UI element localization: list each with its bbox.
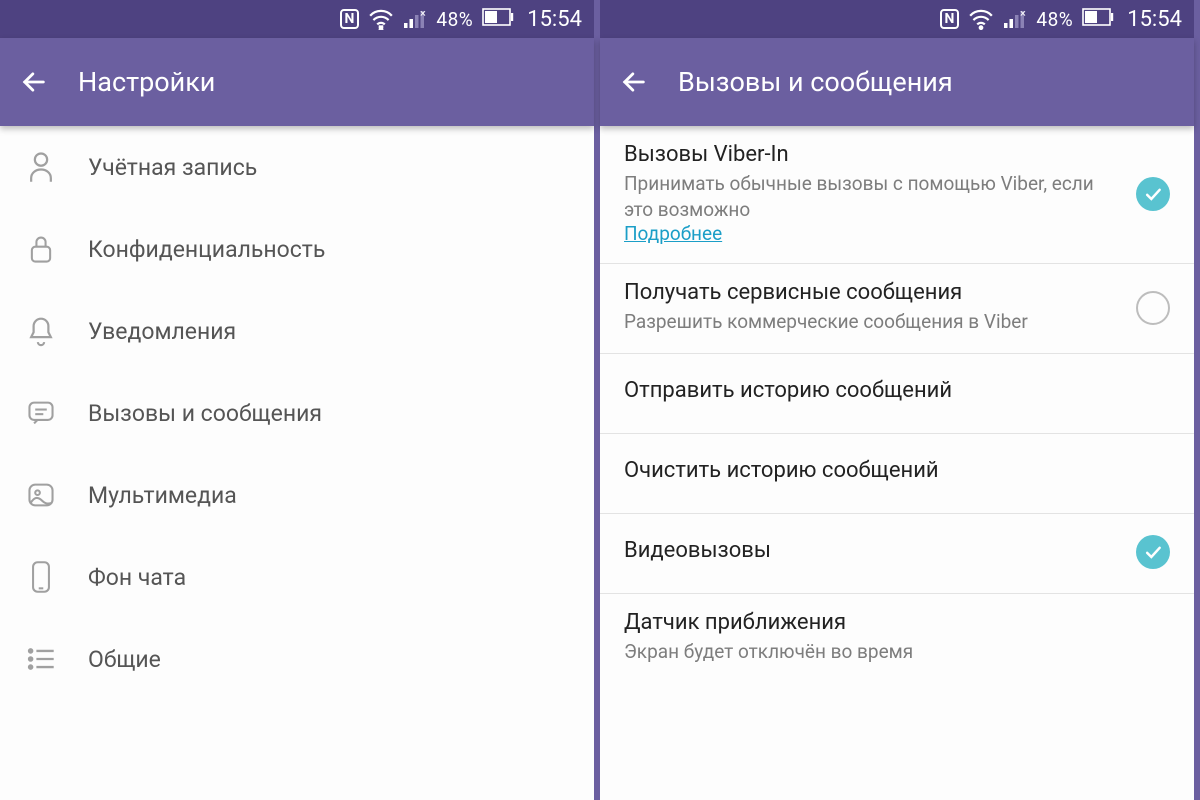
- lock-icon: [24, 232, 58, 266]
- clock: 15:54: [1127, 7, 1182, 32]
- status-bar: N × 48% 15:54: [600, 0, 1194, 38]
- option-subtitle: Принимать обычные вызовы с помощью Viber…: [624, 171, 1118, 222]
- app-bar: Вызовы и сообщения: [600, 38, 1194, 126]
- nfc-icon: N: [940, 9, 960, 29]
- option-title: Вызовы Viber-In: [624, 142, 1118, 167]
- option-subtitle: Разрешить коммерческие сообщения в Viber: [624, 309, 1118, 335]
- checkbox-off-icon[interactable]: [1136, 291, 1170, 325]
- settings-item-label: Конфиденциальность: [88, 236, 325, 263]
- settings-item-general[interactable]: Общие: [0, 618, 594, 700]
- settings-item-label: Фон чата: [88, 564, 186, 591]
- list-icon: [24, 642, 58, 676]
- person-icon: [24, 150, 58, 184]
- option-title: Отправить историю сообщений: [624, 370, 1170, 411]
- checkbox-on-icon[interactable]: [1136, 535, 1170, 569]
- checkbox-on-icon[interactable]: [1136, 177, 1170, 211]
- page-title: Вызовы и сообщения: [678, 66, 953, 98]
- settings-item-chat-background[interactable]: Фон чата: [0, 536, 594, 618]
- app-bar: Настройки: [0, 38, 594, 126]
- battery-percent: 48%: [1036, 8, 1073, 31]
- battery-percent: 48%: [436, 8, 473, 31]
- option-title: Датчик приближения: [624, 610, 1170, 635]
- options-list: Вызовы Viber-In Принимать обычные вызовы…: [600, 126, 1194, 800]
- image-icon: [24, 478, 58, 512]
- battery-icon: [482, 7, 514, 31]
- settings-item-calls-messages[interactable]: Вызовы и сообщения: [0, 372, 594, 454]
- option-send-history[interactable]: Отправить историю сообщений: [600, 354, 1194, 434]
- settings-item-privacy[interactable]: Конфиденциальность: [0, 208, 594, 290]
- phone-frame-icon: [24, 560, 58, 594]
- option-title: Видеовызовы: [624, 530, 1118, 571]
- settings-item-label: Уведомления: [88, 318, 236, 345]
- option-title: Очистить историю сообщений: [624, 450, 1170, 491]
- option-proximity-sensor[interactable]: Датчик приближения Экран будет отключён …: [600, 594, 1194, 683]
- svg-text:×: ×: [420, 9, 426, 20]
- settings-item-label: Учётная запись: [88, 154, 257, 181]
- signal-icon: ×: [403, 9, 427, 29]
- back-button[interactable]: [18, 66, 50, 98]
- settings-list: Учётная запись Конфиденциальность Уведом…: [0, 126, 594, 800]
- svg-text:×: ×: [1020, 9, 1026, 20]
- option-service-messages[interactable]: Получать сервисные сообщения Разрешить к…: [600, 264, 1194, 354]
- settings-item-label: Общие: [88, 646, 161, 673]
- learn-more-link[interactable]: Подробнее: [624, 222, 722, 245]
- signal-icon: ×: [1003, 9, 1027, 29]
- wifi-icon: [968, 8, 994, 30]
- clock: 15:54: [527, 7, 582, 32]
- option-clear-history[interactable]: Очистить историю сообщений: [600, 434, 1194, 514]
- settings-screen: N × 48% 15:54 Настройки Учётная запись: [0, 0, 600, 800]
- status-bar: N × 48% 15:54: [0, 0, 594, 38]
- bell-icon: [24, 314, 58, 348]
- settings-item-account[interactable]: Учётная запись: [0, 126, 594, 208]
- chat-icon: [24, 396, 58, 430]
- page-title: Настройки: [78, 66, 215, 98]
- settings-item-media[interactable]: Мультимедиа: [0, 454, 594, 536]
- settings-item-label: Вызовы и сообщения: [88, 400, 322, 427]
- option-subtitle: Экран будет отключён во время: [624, 639, 1170, 665]
- option-video-calls[interactable]: Видеовызовы: [600, 514, 1194, 594]
- calls-messages-screen: N × 48% 15:54 Вызовы и сообщения Вызовы …: [600, 0, 1200, 800]
- option-viber-in[interactable]: Вызовы Viber-In Принимать обычные вызовы…: [600, 126, 1194, 264]
- option-title: Получать сервисные сообщения: [624, 280, 1118, 305]
- settings-item-notifications[interactable]: Уведомления: [0, 290, 594, 372]
- nfc-icon: N: [340, 9, 360, 29]
- back-button[interactable]: [618, 66, 650, 98]
- wifi-icon: [368, 8, 394, 30]
- battery-icon: [1082, 7, 1114, 31]
- settings-item-label: Мультимедиа: [88, 482, 237, 509]
